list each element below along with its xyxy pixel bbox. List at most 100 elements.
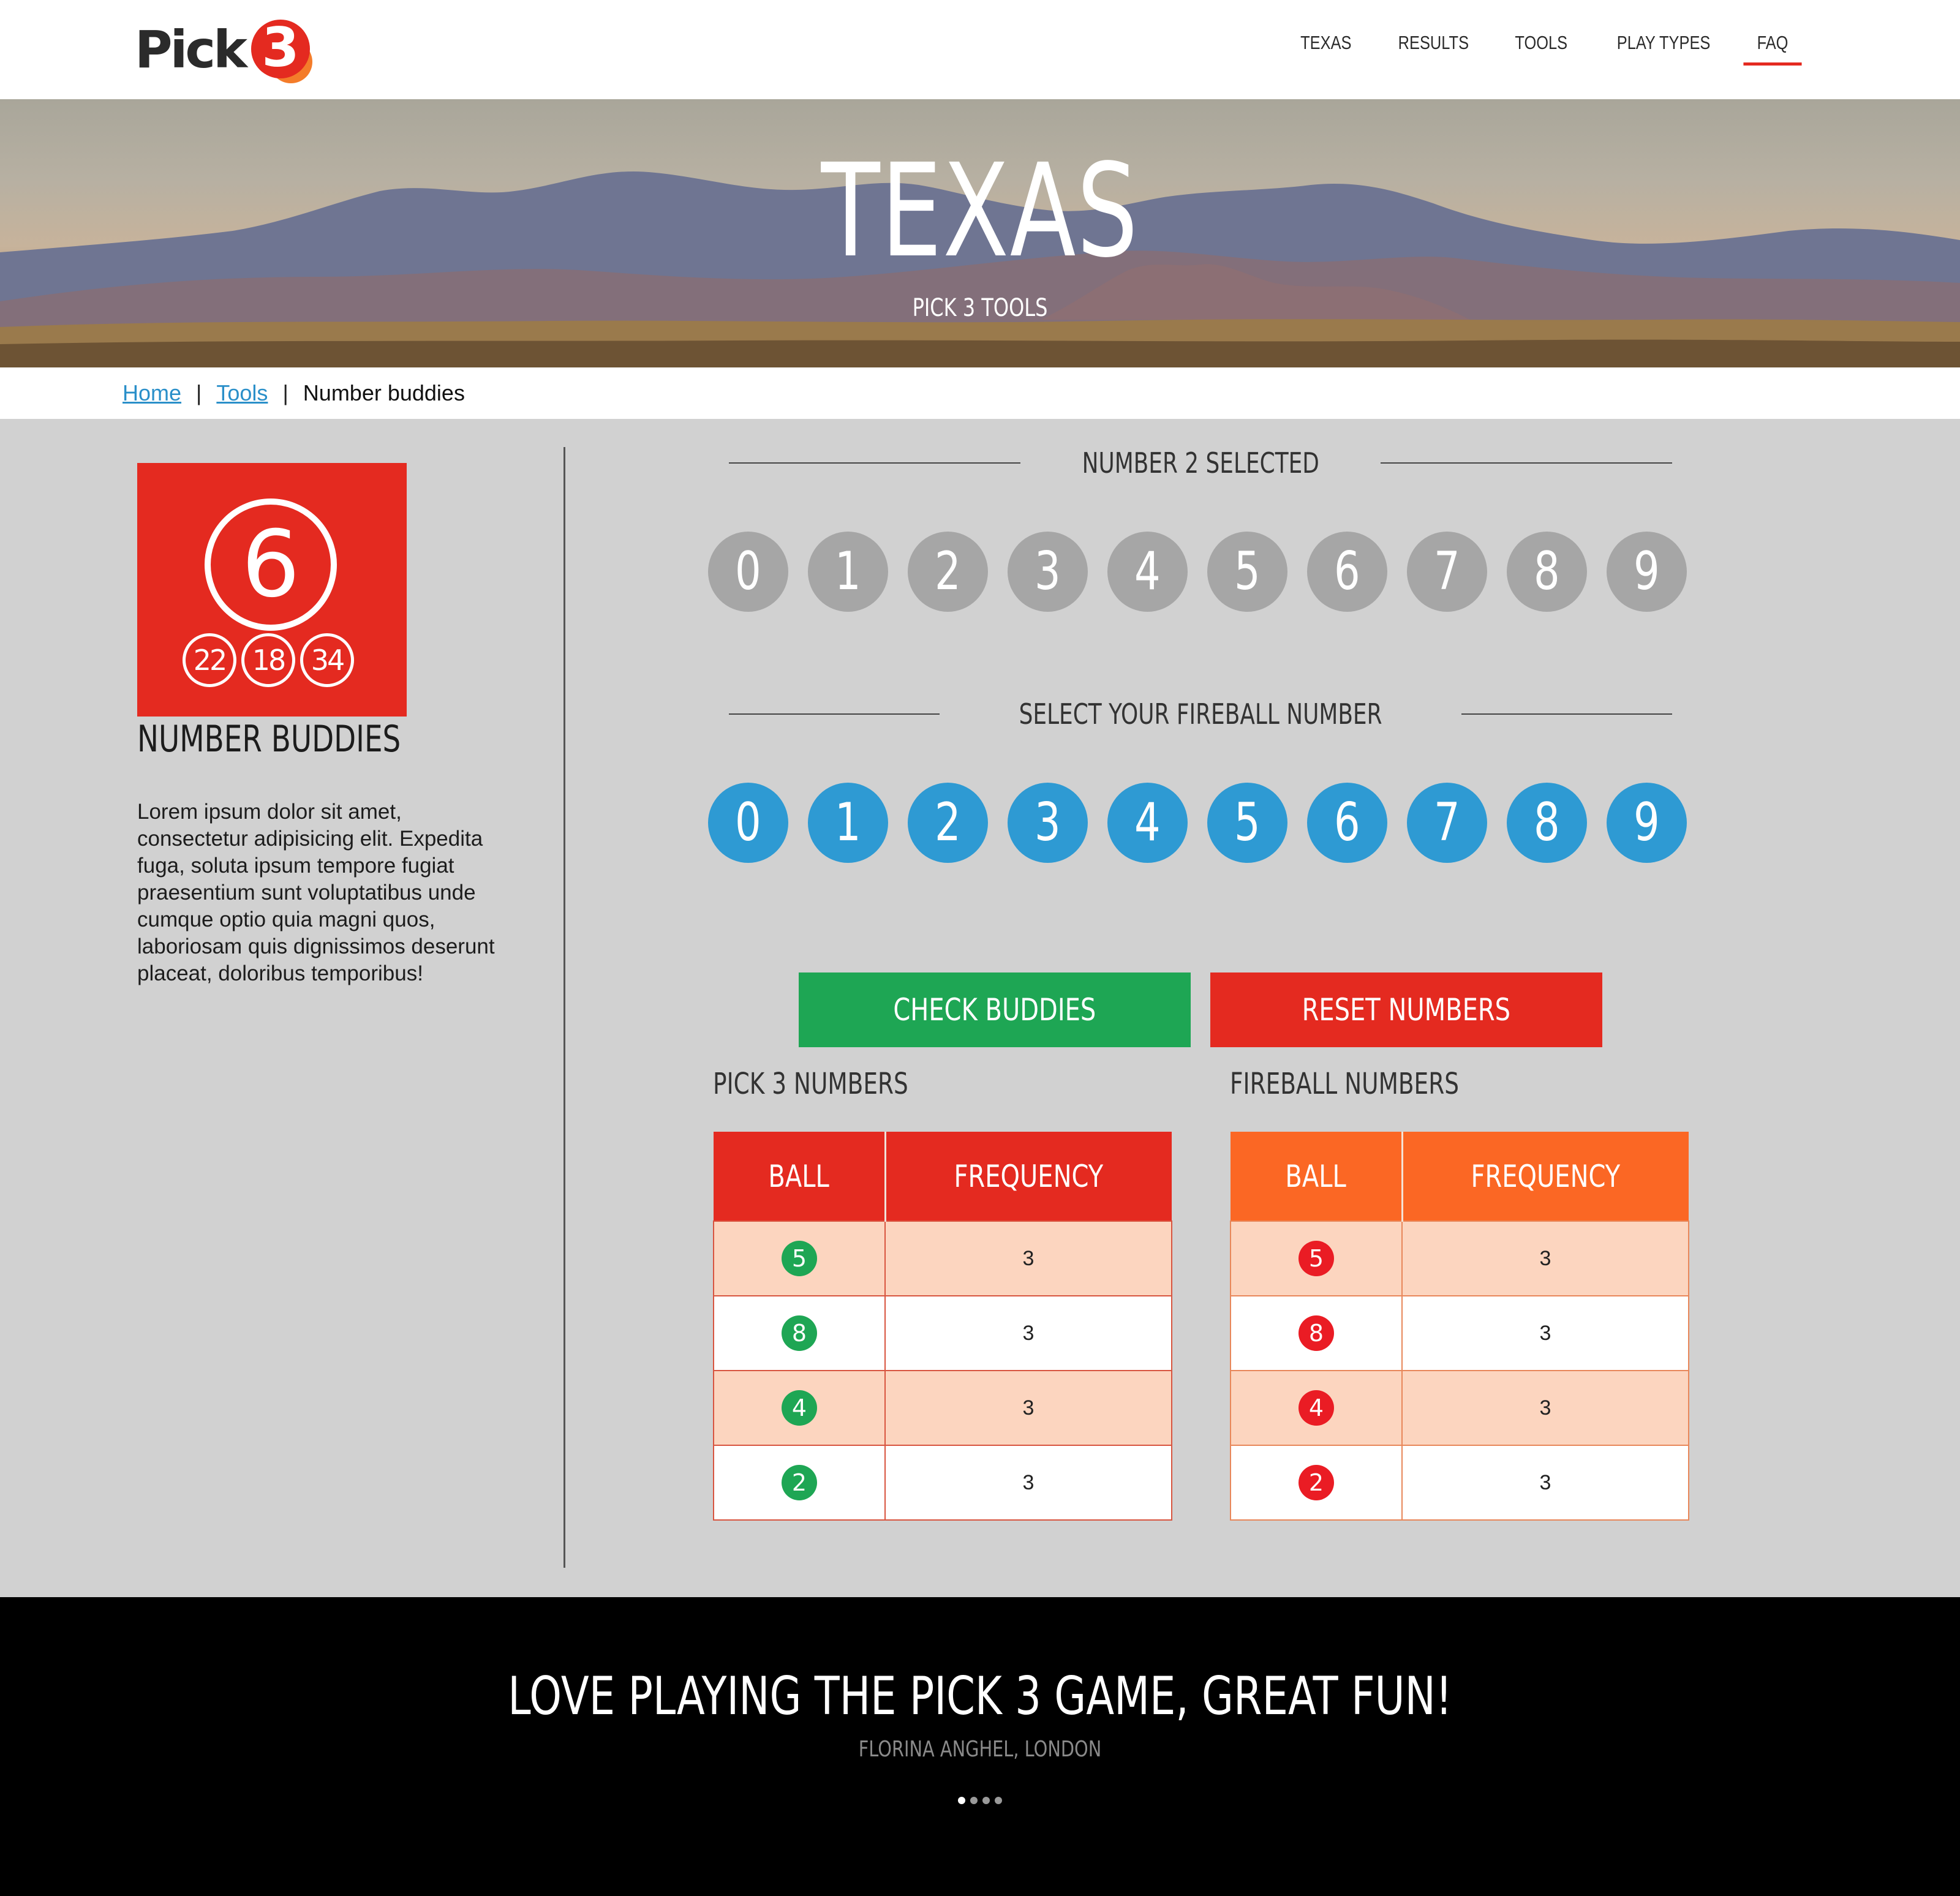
pick3-table-title: PICK 3 NUMBERS	[713, 1067, 908, 1101]
number-ball-row: 0 1 2 3 4 5 6 7 8 9	[708, 532, 1687, 612]
table-row: 8 3	[713, 1295, 1172, 1371]
table-row: 5 3	[1230, 1221, 1689, 1296]
table-header-row: BALL FREQUENCY	[714, 1132, 1172, 1221]
nav-item-results[interactable]: RESULTS	[1384, 32, 1482, 66]
testimonial-footer: LOVE PLAYING THE PICK 3 GAME, GREAT FUN!…	[0, 1597, 1960, 1896]
pick3-logo[interactable]: Pick 3	[135, 13, 314, 86]
number-buddies-icon: 6 22 18 34	[137, 463, 407, 717]
number-ball-5[interactable]: 5	[1207, 532, 1287, 612]
ball-cell: 4	[713, 1370, 886, 1446]
ball-cell: 2	[713, 1445, 886, 1521]
testimonial-quote: LOVE PLAYING THE PICK 3 GAME, GREAT FUN!	[508, 1666, 1452, 1727]
hero-banner: TEXAS PICK 3 TOOLS	[0, 99, 1960, 367]
fireball-ball-7[interactable]: 7	[1407, 783, 1487, 863]
number-selected-heading: NUMBER 2 SELECTED	[729, 445, 1672, 481]
fireball-frequency-table: BALL FREQUENCY 5 3 8 3 4 3 2 3	[1230, 1132, 1689, 1521]
ball-badge: 4	[782, 1390, 817, 1426]
heading-rule	[729, 462, 1020, 464]
heading-rule	[1381, 462, 1672, 464]
frequency-cell: 3	[1401, 1445, 1689, 1521]
ball-badge: 8	[782, 1315, 817, 1351]
column-header-ball: BALL	[1231, 1132, 1403, 1221]
fireball-ball-3[interactable]: 3	[1008, 783, 1088, 863]
fireball-ball-1[interactable]: 1	[808, 783, 888, 863]
number-ball-3[interactable]: 3	[1008, 532, 1088, 612]
fireball-ball-2[interactable]: 2	[908, 783, 988, 863]
carousel-dot[interactable]	[982, 1797, 990, 1804]
ball-cell: 5	[713, 1221, 886, 1296]
fireball-ball-0[interactable]: 0	[708, 783, 788, 863]
frequency-cell: 3	[1401, 1295, 1689, 1371]
hero-subtitle: PICK 3 TOOLS	[912, 294, 1048, 322]
check-buddies-button[interactable]: CHECK BUDDIES	[799, 972, 1191, 1047]
nav-item-faq[interactable]: FAQ	[1743, 32, 1802, 66]
frequency-cell: 3	[884, 1221, 1172, 1296]
heading-rule	[1461, 713, 1672, 715]
number-ball-7[interactable]: 7	[1407, 532, 1487, 612]
number-ball-9[interactable]: 9	[1607, 532, 1687, 612]
carousel-dot[interactable]	[970, 1797, 978, 1804]
ball-badge: 2	[782, 1465, 817, 1500]
frequency-cell: 3	[884, 1445, 1172, 1521]
tool-icon-small-number: 22	[183, 633, 236, 687]
ball-cell: 4	[1230, 1370, 1403, 1446]
table-row: 8 3	[1230, 1295, 1689, 1371]
number-selected-label: NUMBER 2 SELECTED	[1082, 446, 1319, 480]
column-divider	[564, 447, 565, 1568]
ball-badge: 5	[1298, 1241, 1334, 1276]
reset-numbers-button[interactable]: RESET NUMBERS	[1210, 972, 1602, 1047]
hero-title: TEXAS	[821, 136, 1139, 286]
tool-description: Lorem ipsum dolor sit amet, consectetur …	[137, 800, 495, 985]
nav-item-texas[interactable]: TEXAS	[1287, 32, 1365, 66]
number-ball-4[interactable]: 4	[1107, 532, 1188, 612]
breadcrumb-separator: |	[196, 380, 202, 405]
breadcrumb-home-link[interactable]: Home	[123, 380, 181, 406]
fireball-ball-4[interactable]: 4	[1107, 783, 1188, 863]
frequency-cell: 3	[1401, 1370, 1689, 1446]
carousel-dots	[958, 1797, 1002, 1804]
breadcrumb-current: Number buddies	[303, 380, 465, 405]
number-ball-6[interactable]: 6	[1307, 532, 1387, 612]
table-row: 4 3	[1230, 1370, 1689, 1446]
fireball-ball-6[interactable]: 6	[1307, 783, 1387, 863]
number-ball-0[interactable]: 0	[708, 532, 788, 612]
table-row: 2 3	[1230, 1445, 1689, 1521]
ball-cell: 5	[1230, 1221, 1403, 1296]
carousel-dot[interactable]	[995, 1797, 1002, 1804]
carousel-dot[interactable]	[958, 1797, 965, 1804]
column-header-frequency: FREQUENCY	[1402, 1132, 1689, 1221]
number-ball-2[interactable]: 2	[908, 532, 988, 612]
breadcrumb-separator: |	[282, 380, 288, 405]
logo-word: Pick	[135, 20, 247, 80]
heading-rule	[729, 713, 940, 715]
ball-cell: 2	[1230, 1445, 1403, 1521]
fireball-ball-9[interactable]: 9	[1607, 783, 1687, 863]
fireball-ball-5[interactable]: 5	[1207, 783, 1287, 863]
frequency-cell: 3	[884, 1295, 1172, 1371]
table-row: 2 3	[713, 1445, 1172, 1521]
table-row: 5 3	[713, 1221, 1172, 1296]
nav-item-tools[interactable]: TOOLS	[1502, 32, 1581, 66]
frequency-cell: 3	[884, 1370, 1172, 1446]
fireball-ball-8[interactable]: 8	[1507, 783, 1587, 863]
logo-ball-icon: 3	[246, 16, 314, 83]
number-ball-1[interactable]: 1	[808, 532, 888, 612]
top-bar: Pick 3 TEXAS RESULTS TOOLS PLAY TYPES FA…	[0, 0, 1960, 99]
fireball-ball-row: 0 1 2 3 4 5 6 7 8 9	[708, 783, 1687, 863]
tool-icon-small-numbers: 22 18 34	[183, 633, 354, 687]
main-nav: TEXAS RESULTS TOOLS PLAY TYPES FAQ	[1278, 32, 1808, 66]
ball-badge: 8	[1298, 1315, 1334, 1351]
ball-cell: 8	[713, 1295, 886, 1371]
table-row: 4 3	[713, 1370, 1172, 1446]
logo-digit: 3	[262, 16, 300, 79]
fireball-heading-label: SELECT YOUR FIREBALL NUMBER	[1019, 698, 1382, 731]
frequency-cell: 3	[1401, 1221, 1689, 1296]
breadcrumb-tools-link[interactable]: Tools	[216, 380, 268, 406]
tool-icon-main-number: 6	[205, 498, 337, 631]
tool-icon-small-number: 18	[241, 633, 295, 687]
number-ball-8[interactable]: 8	[1507, 532, 1587, 612]
ball-badge: 4	[1298, 1390, 1334, 1426]
ball-badge: 5	[782, 1241, 817, 1276]
nav-item-play-types[interactable]: PLAY TYPES	[1603, 32, 1724, 66]
fireball-table-title: FIREBALL NUMBERS	[1230, 1067, 1459, 1101]
